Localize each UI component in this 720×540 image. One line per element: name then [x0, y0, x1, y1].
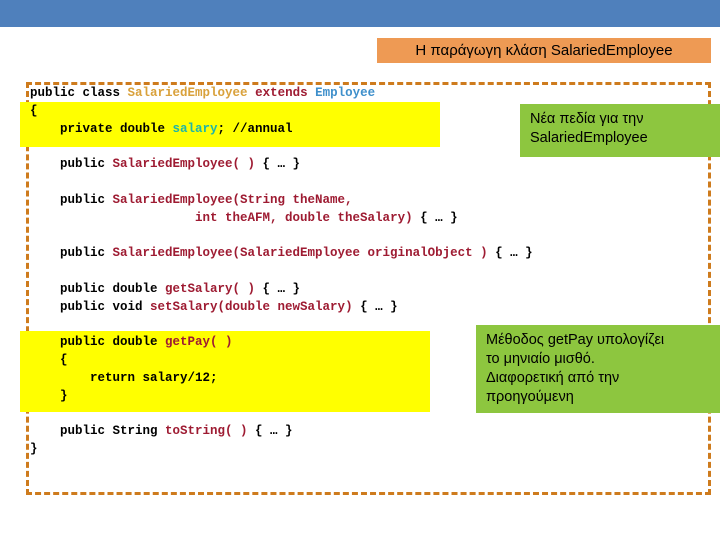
code-line: public void setSalary(double newSalary) … — [30, 299, 690, 317]
top-decorative-band — [0, 0, 720, 27]
code-token-plain: { … } — [255, 281, 301, 296]
code-token-plain: public double — [30, 281, 166, 296]
code-token-plain: public — [30, 246, 113, 261]
code-line: public SalariedEmployee(SalariedEmployee… — [30, 245, 690, 263]
code-token-plain: public — [30, 192, 113, 207]
code-token-method: SalariedEmployee( ) — [112, 157, 256, 172]
code-token-method: toString( ) — [165, 424, 248, 439]
code-token-method: setSalary(double newSalary) — [150, 299, 353, 314]
code-line: public SalariedEmployee(String theName, — [30, 192, 690, 210]
code-token-plain: { … } — [412, 210, 458, 225]
slide-title: Η παράγωγη κλάση SalariedEmployee — [377, 38, 711, 63]
code-line: public class SalariedEmployee extends Em… — [30, 85, 690, 103]
code-token-plain: { … } — [487, 246, 533, 261]
code-token-plain: } — [30, 388, 68, 403]
code-token-method: int theAFM, double theSalary) — [195, 210, 413, 225]
code-token-plain: { — [30, 352, 68, 367]
code-token-plain: { … } — [352, 299, 398, 314]
code-token-field: salary — [172, 121, 218, 136]
code-token-plain: { — [30, 103, 38, 118]
code-line — [30, 227, 690, 245]
callout-getpay-explanation: Μέθοδος getPay υπολογίζει το μηνιαίο μισ… — [476, 325, 720, 413]
code-line — [30, 174, 690, 192]
code-line: public String toString( ) { … } — [30, 423, 690, 441]
code-token-plain: private double — [30, 121, 173, 136]
code-token-class: SalariedEmployee — [127, 86, 248, 100]
code-token-plain: public void — [30, 299, 151, 314]
code-token-plain: { … } — [247, 424, 293, 439]
code-line: } — [30, 441, 690, 459]
code-token-method: SalariedEmployee(String theName, — [112, 192, 353, 207]
code-token-plain: public String — [30, 424, 166, 439]
code-token-method: getSalary( ) — [165, 281, 256, 296]
code-line: public SalariedEmployee( ) { … } — [30, 156, 690, 174]
code-token-base: Employee — [315, 86, 376, 100]
code-token-plain: public class — [30, 86, 128, 100]
code-token-plain: } — [30, 441, 38, 456]
code-token-method: SalariedEmployee(SalariedEmployee origin… — [112, 246, 488, 261]
code-token-plain: ; //annual — [217, 121, 293, 136]
code-token-plain: return salary/12; — [30, 370, 218, 385]
code-line — [30, 263, 690, 281]
code-token-method: getPay( ) — [165, 335, 233, 350]
code-line: int theAFM, double theSalary) { … } — [30, 210, 690, 228]
code-token-plain: public double — [30, 335, 166, 350]
code-token-keyword: extends — [247, 86, 316, 100]
callout-new-fields: Νέα πεδία για την SalariedEmployee — [520, 104, 720, 157]
code-token-plain: public — [30, 157, 113, 172]
code-token-plain: { … } — [255, 157, 301, 172]
code-line: public double getSalary( ) { … } — [30, 281, 690, 299]
